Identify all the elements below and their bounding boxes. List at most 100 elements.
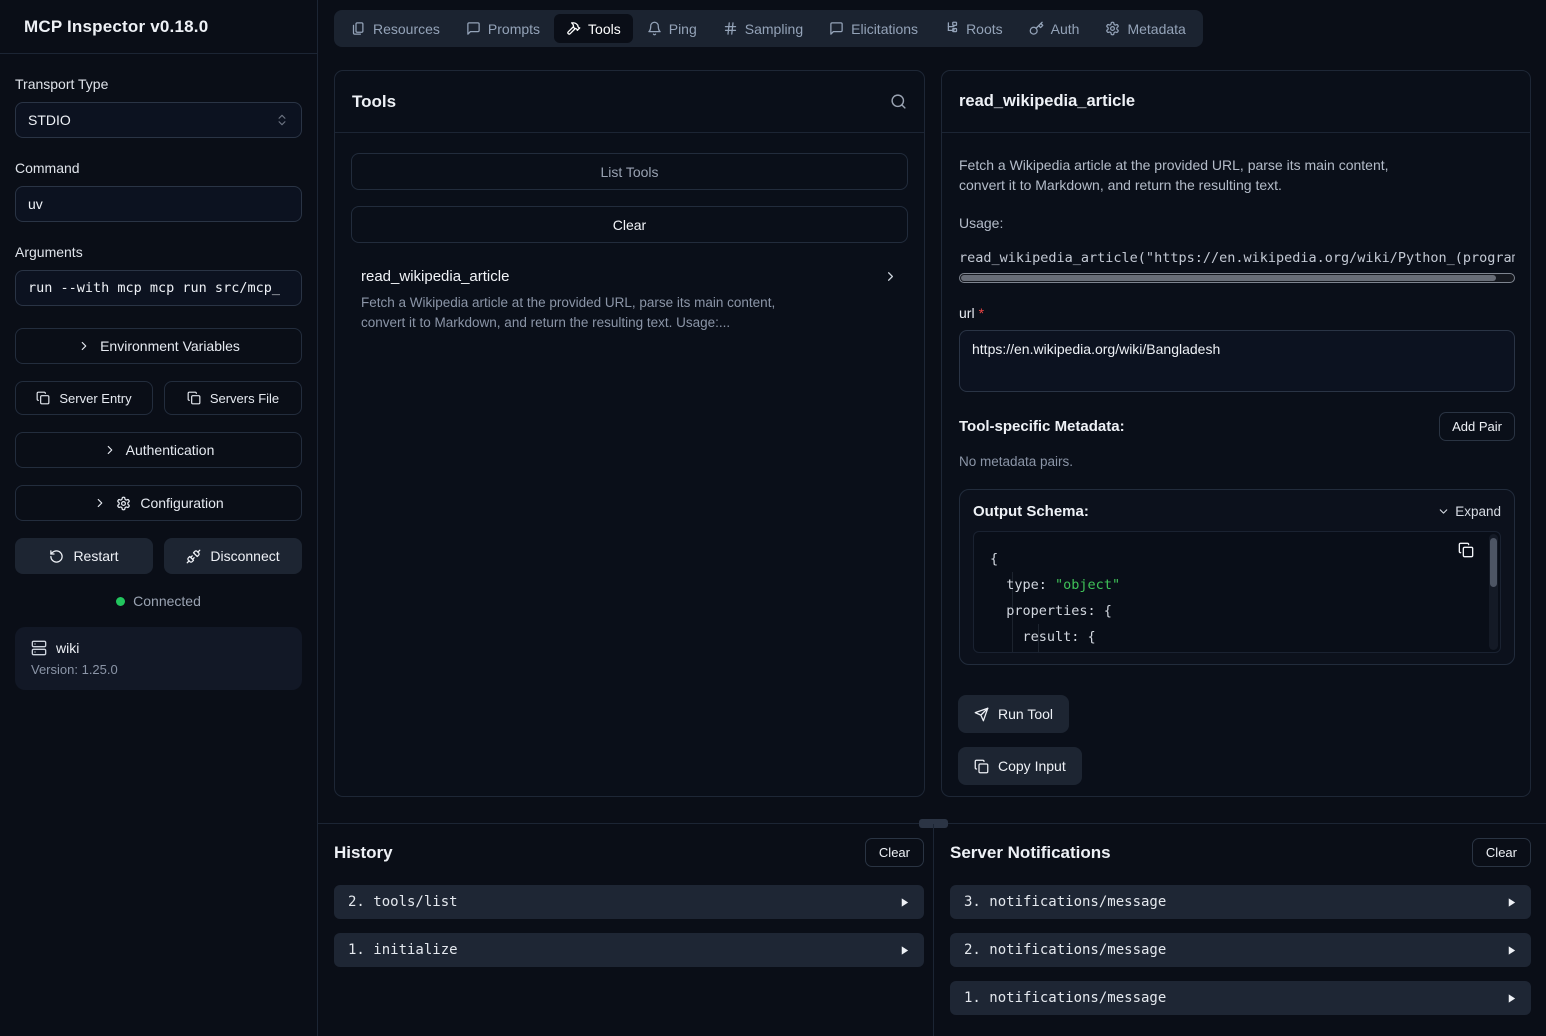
schema-code-block: { type: "object" properties: { result: {… <box>973 531 1501 653</box>
sidebar: MCP Inspector v0.18.0 Transport Type STD… <box>0 0 318 1036</box>
tab-metadata[interactable]: Metadata <box>1093 14 1197 43</box>
restart-label: Restart <box>73 548 118 564</box>
hash-icon <box>723 21 738 36</box>
hammer-icon <box>566 21 581 36</box>
tab-auth[interactable]: Auth <box>1017 14 1092 43</box>
notification-row[interactable]: 2. notifications/message <box>950 933 1531 967</box>
tab-roots[interactable]: Roots <box>932 14 1015 43</box>
add-pair-button[interactable]: Add Pair <box>1439 412 1515 441</box>
notification-row-label: 2. notifications/message <box>964 942 1506 958</box>
top-nav: Resources Prompts Tools Ping Sampling El… <box>334 10 1203 47</box>
history-row-label: 2. tools/list <box>348 894 899 910</box>
connection-status: Connected <box>15 593 302 609</box>
tab-label: Metadata <box>1127 21 1185 37</box>
transport-type-label: Transport Type <box>15 76 302 92</box>
metadata-empty-text: No metadata pairs. <box>959 454 1513 469</box>
expand-label: Expand <box>1455 504 1501 519</box>
message-square-icon <box>829 21 844 36</box>
files-icon <box>351 21 366 36</box>
history-row[interactable]: 1. initialize <box>334 933 924 967</box>
tab-resources[interactable]: Resources <box>339 14 452 43</box>
clear-tools-button[interactable]: Clear <box>351 206 908 243</box>
copy-icon <box>974 759 989 774</box>
copy-schema-button[interactable] <box>1458 542 1474 558</box>
history-row-label: 1. initialize <box>348 942 899 958</box>
copy-input-label: Copy Input <box>998 758 1066 774</box>
tools-panel: Tools List Tools Clear read_wikipedia_ar… <box>334 70 925 797</box>
server-notifications-title: Server Notifications <box>950 843 1472 863</box>
rotate-ccw-icon <box>49 549 64 564</box>
restart-button[interactable]: Restart <box>15 538 153 574</box>
disconnect-button[interactable]: Disconnect <box>164 538 302 574</box>
play-icon <box>1506 945 1517 956</box>
code-line: result: { <box>990 624 1500 650</box>
transport-select[interactable]: STDIO <box>15 102 302 138</box>
server-notifications-section: Server Notifications Clear 3. notificati… <box>950 838 1531 1029</box>
expand-schema-toggle[interactable]: Expand <box>1437 504 1501 519</box>
chevron-right-icon <box>883 269 898 284</box>
transport-select-value: STDIO <box>28 112 275 128</box>
tab-label: Elicitations <box>851 21 918 37</box>
tab-sampling[interactable]: Sampling <box>711 14 815 43</box>
list-tools-button[interactable]: List Tools <box>351 153 908 190</box>
authentication-button[interactable]: Authentication <box>15 432 302 468</box>
clear-history-button[interactable]: Clear <box>865 838 924 867</box>
bell-icon <box>647 21 662 36</box>
tab-ping[interactable]: Ping <box>635 14 709 43</box>
url-label: url <box>959 305 975 321</box>
play-icon <box>1506 897 1517 908</box>
indent-guide <box>1012 572 1013 652</box>
environment-variables-button[interactable]: Environment Variables <box>15 328 302 364</box>
app-title: MCP Inspector v0.18.0 <box>24 17 208 37</box>
servers-file-button[interactable]: Servers File <box>164 381 302 415</box>
url-field-label-row: url* <box>959 305 1513 321</box>
code-line: type: "object" <box>990 572 1500 598</box>
search-icon[interactable] <box>890 93 907 110</box>
key-icon <box>1029 21 1044 36</box>
code-line: properties: { <box>990 598 1500 624</box>
configuration-button[interactable]: Configuration <box>15 485 302 521</box>
tool-list-item[interactable]: read_wikipedia_article Fetch a Wikipedia… <box>351 259 908 333</box>
tab-label: Prompts <box>488 21 540 37</box>
arguments-label: Arguments <box>15 244 302 260</box>
chevron-right-icon <box>93 496 107 510</box>
run-tool-button[interactable]: Run Tool <box>958 695 1069 733</box>
output-schema-label: Output Schema: <box>973 503 1437 520</box>
copy-input-button[interactable]: Copy Input <box>958 747 1082 785</box>
servers-file-label: Servers File <box>210 391 279 406</box>
clear-notifications-button[interactable]: Clear <box>1472 838 1531 867</box>
arguments-input[interactable] <box>15 270 302 306</box>
send-icon <box>974 707 989 722</box>
history-section: History Clear 2. tools/list 1. initializ… <box>334 838 924 981</box>
server-icon <box>31 640 47 656</box>
status-dot <box>116 597 125 606</box>
copy-icon <box>36 391 50 405</box>
tab-tools[interactable]: Tools <box>554 14 633 43</box>
usage-label: Usage: <box>959 215 1513 231</box>
url-input[interactable]: https://en.wikipedia.org/wiki/Bangladesh <box>959 330 1515 392</box>
code-line: { <box>990 546 1500 572</box>
history-row[interactable]: 2. tools/list <box>334 885 924 919</box>
network-icon <box>944 21 959 36</box>
tab-label: Ping <box>669 21 697 37</box>
configuration-label: Configuration <box>140 495 223 511</box>
unplug-icon <box>186 549 201 564</box>
notification-row[interactable]: 3. notifications/message <box>950 885 1531 919</box>
server-entry-button[interactable]: Server Entry <box>15 381 153 415</box>
usage-horizontal-scrollbar[interactable] <box>959 273 1515 283</box>
command-input[interactable] <box>15 186 302 222</box>
schema-vertical-scrollbar[interactable] <box>1489 534 1498 650</box>
tab-label: Tools <box>588 21 621 37</box>
authentication-label: Authentication <box>126 442 215 458</box>
notification-row[interactable]: 1. notifications/message <box>950 981 1531 1015</box>
gear-icon <box>1105 21 1120 36</box>
disconnect-label: Disconnect <box>210 548 279 564</box>
code-line: title: "Result" <box>990 650 1500 653</box>
history-title: History <box>334 843 865 863</box>
tab-label: Auth <box>1051 21 1080 37</box>
chevron-right-icon <box>103 443 117 457</box>
tab-prompts[interactable]: Prompts <box>454 14 552 43</box>
tab-elicitations[interactable]: Elicitations <box>817 14 930 43</box>
chevron-down-icon <box>1437 505 1450 518</box>
environment-variables-label: Environment Variables <box>100 338 240 354</box>
